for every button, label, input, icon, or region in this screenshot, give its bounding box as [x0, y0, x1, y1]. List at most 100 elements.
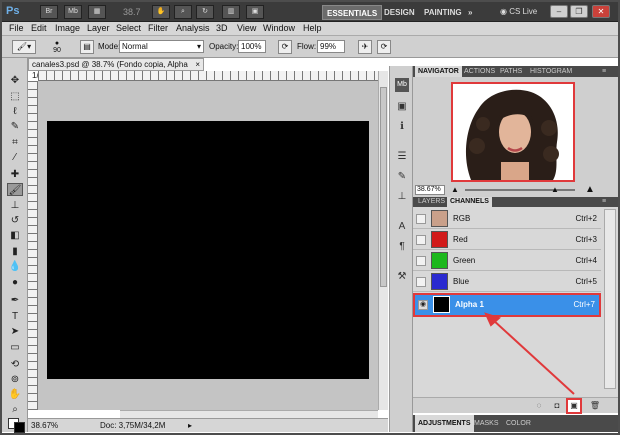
tab-adjustments[interactable]: ADJUSTMENTS [415, 415, 474, 432]
close-button[interactable]: ✕ [592, 5, 610, 18]
blur-tool-icon[interactable]: 💧 [7, 260, 23, 273]
menu-edit[interactable]: Edit [31, 23, 47, 33]
panel-menu-icon[interactable]: ≡ [599, 66, 609, 77]
visibility-toggle[interactable] [416, 256, 426, 266]
paragraph-icon[interactable]: ¶ [395, 240, 409, 254]
shape-tool-icon[interactable]: ▭ [7, 341, 23, 354]
workspace-essentials[interactable]: ESSENTIALS [322, 5, 383, 20]
document-tab[interactable]: canales3.psd @ 38.7% (Fondo copia, Alpha… [28, 58, 204, 80]
marquee-tool-icon[interactable]: ⬚ [7, 90, 23, 103]
gradient-tool-icon[interactable]: ▮ [7, 245, 23, 258]
flow-field[interactable]: 99% [317, 40, 345, 53]
cs-live-menu[interactable]: ◉ CS Live [500, 5, 537, 19]
new-channel-icon[interactable]: ▣ [566, 398, 582, 414]
zoom-level[interactable]: 38.7 [123, 5, 149, 19]
eyedropper-tool-icon[interactable]: ⁄ [7, 151, 23, 164]
zoom-slider-handle[interactable]: ▲ [551, 185, 559, 194]
pen-tool-icon[interactable]: ✒ [7, 294, 23, 307]
rotate-view-icon[interactable]: ↻ [196, 5, 214, 19]
menu-3d[interactable]: 3D [216, 23, 228, 33]
quick-select-tool-icon[interactable]: ✎ [7, 120, 23, 133]
channel-row-alpha-1[interactable]: ◉ Alpha 1 Ctrl+7 [413, 293, 601, 317]
clone-source-icon[interactable]: ⊥ [395, 190, 409, 204]
tab-histogram[interactable]: HISTOGRAM [527, 66, 575, 77]
navigator-zoom-field[interactable]: 38.67% [415, 185, 445, 195]
menu-layer[interactable]: Layer [87, 23, 110, 33]
brush-tool-icon[interactable]: 🖌 [7, 183, 23, 196]
screen-mode-icon[interactable]: ▣ [246, 5, 264, 19]
menu-select[interactable]: Select [116, 23, 141, 33]
panel-menu-icon[interactable]: ≡ [599, 197, 609, 207]
channel-row-green[interactable]: Green Ctrl+4 [413, 251, 601, 271]
adjustments-sliders-icon[interactable]: ☰ [395, 150, 409, 164]
save-selection-icon[interactable]: ◘ [551, 400, 563, 412]
channels-scrollbar[interactable] [604, 209, 616, 389]
channel-row-blue[interactable]: Blue Ctrl+5 [413, 272, 601, 292]
tab-masks[interactable]: MASKS [471, 415, 502, 432]
lasso-tool-icon[interactable]: ℓ [7, 105, 23, 118]
arrange-documents-icon[interactable]: ▥ [222, 5, 240, 19]
tool-presets-icon[interactable]: ⚒ [395, 270, 409, 284]
visibility-toggle[interactable] [416, 235, 426, 245]
zoom-tool-icon[interactable]: ⌕ [7, 403, 23, 416]
brush-presets-icon[interactable]: ✎ [395, 170, 409, 184]
mini-bridge-panel-icon[interactable]: Mb [395, 78, 409, 92]
pressure-opacity-icon[interactable]: ⟳ [278, 40, 292, 54]
status-zoom[interactable]: 38.67% [31, 421, 58, 430]
trash-icon[interactable]: 🗑 [589, 400, 601, 412]
visibility-toggle[interactable] [416, 277, 426, 287]
menu-window[interactable]: Window [263, 23, 295, 33]
workspace-design[interactable]: DESIGN [380, 5, 419, 20]
clone-stamp-tool-icon[interactable]: ⊥ [7, 199, 23, 212]
3d-rotate-tool-icon[interactable]: ⟲ [7, 358, 23, 371]
tab-channels[interactable]: CHANNELS [447, 197, 492, 207]
close-icon[interactable]: × [195, 59, 200, 70]
type-tool-icon[interactable]: T [7, 310, 23, 323]
eraser-tool-icon[interactable]: ◧ [7, 229, 23, 242]
tab-actions[interactable]: ACTIONS [461, 66, 498, 77]
hand-tool-icon[interactable]: ✋ [7, 388, 23, 401]
hand-icon[interactable]: ✋ [152, 5, 170, 19]
restore-button[interactable]: ❐ [570, 5, 588, 18]
character-icon[interactable]: A [395, 220, 409, 234]
scrollbar-thumb[interactable] [380, 87, 387, 287]
move-tool-icon[interactable]: ✥ [7, 74, 23, 87]
history-brush-tool-icon[interactable]: ↺ [7, 214, 23, 227]
menu-filter[interactable]: Filter [148, 23, 168, 33]
zoom-icon[interactable]: ⌕ [174, 5, 192, 19]
3d-orbit-tool-icon[interactable]: ⊚ [7, 373, 23, 386]
menu-help[interactable]: Help [303, 23, 322, 33]
minimize-button[interactable]: – [550, 5, 568, 18]
tab-color[interactable]: COLOR [503, 415, 534, 432]
tab-navigator[interactable]: NAVIGATOR [415, 66, 462, 77]
vertical-scrollbar[interactable] [378, 71, 388, 410]
menu-image[interactable]: Image [55, 23, 80, 33]
zoom-in-icon[interactable]: ▲ [585, 184, 595, 195]
eye-icon[interactable]: ◉ [418, 300, 428, 310]
menu-analysis[interactable]: Analysis [176, 23, 210, 33]
status-doc-size[interactable]: Doc: 3,75M/34,2M [100, 421, 165, 430]
history-icon[interactable]: ▣ [395, 100, 409, 114]
tab-layers[interactable]: LAYERS [415, 197, 448, 207]
bridge-icon[interactable]: Br [40, 5, 58, 19]
workspace-more[interactable]: » [464, 5, 476, 20]
brush-preset-icon[interactable]: 🖌▾ [12, 40, 36, 54]
brush-panel-icon[interactable]: ▤ [80, 40, 94, 54]
mode-select[interactable]: Normal ▾ [119, 40, 204, 53]
brush-size-picker[interactable]: ● 90 [50, 40, 64, 54]
pressure-size-icon[interactable]: ⟳ [377, 40, 391, 54]
channel-row-red[interactable]: Red Ctrl+3 [413, 230, 601, 250]
channel-row-rgb[interactable]: RGB Ctrl+2 [413, 209, 601, 229]
zoom-out-icon[interactable]: ▲ [451, 185, 459, 194]
opacity-field[interactable]: 100% [238, 40, 266, 53]
menu-view[interactable]: View [237, 23, 256, 33]
view-extras-icon[interactable]: ▦ [88, 5, 106, 19]
background-color-swatch[interactable] [14, 422, 25, 433]
load-selection-icon[interactable]: ◌ [533, 400, 545, 412]
workspace-painting[interactable]: PAINTING [420, 5, 466, 20]
path-select-tool-icon[interactable]: ➤ [7, 325, 23, 338]
healing-brush-tool-icon[interactable]: ✚ [7, 168, 23, 181]
visibility-toggle[interactable] [416, 214, 426, 224]
dodge-tool-icon[interactable]: ● [7, 276, 23, 289]
info-icon[interactable]: ℹ [395, 120, 409, 134]
